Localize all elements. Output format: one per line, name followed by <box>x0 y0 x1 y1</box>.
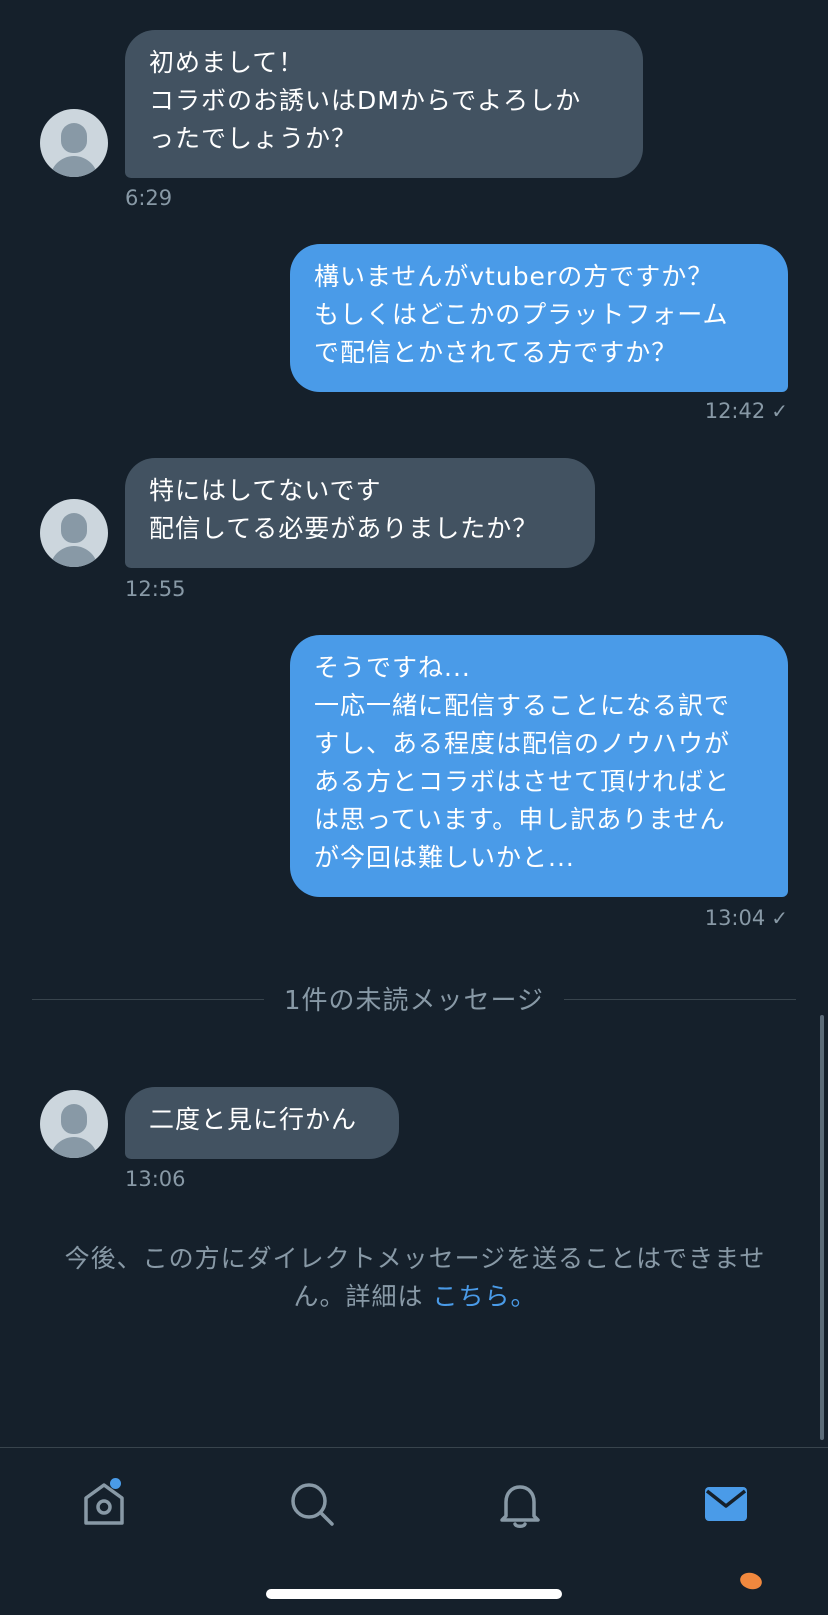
dm-disabled-notice-text: 今後、この方にダイレクトメッセージを送ることはできませ ん。詳細は <box>64 1244 766 1311</box>
avatar-body <box>50 1137 98 1158</box>
message-bubble-outgoing[interactable]: 構いませんがvtuberの方ですか？ もしくはどこかのプラットフォーム で配信と… <box>290 244 788 392</box>
message-time: 12:42 ✓ <box>705 399 788 423</box>
read-check-icon: ✓ <box>771 906 788 930</box>
message-bubble-outgoing[interactable]: そうですね... 一応一緒に配信することになる訳で すし、ある程度は配信のノウハ… <box>290 635 788 897</box>
message-time: 13:04 ✓ <box>705 906 788 930</box>
notification-dot <box>110 1478 121 1489</box>
scrollbar[interactable] <box>820 1015 824 1440</box>
home-indicator[interactable] <box>266 1589 562 1599</box>
avatar-head <box>61 1104 87 1134</box>
message-time-text: 13:04 <box>704 906 766 930</box>
message-time: 13:06 <box>125 1167 186 1191</box>
tab-search[interactable] <box>284 1476 340 1532</box>
tab-home[interactable] <box>76 1476 132 1532</box>
search-icon <box>291 1483 334 1526</box>
message-bubble-incoming[interactable]: 二度と見に行かん <box>125 1087 399 1159</box>
avatar-head <box>61 123 87 153</box>
unread-divider-line-right <box>564 999 796 1000</box>
mail-icon <box>705 1487 747 1521</box>
message-time: 12:55 <box>125 577 186 601</box>
tab-messages[interactable] <box>698 1476 754 1532</box>
message-time-text: 12:42 <box>704 399 766 423</box>
sender-avatar[interactable] <box>40 109 108 177</box>
message-bubble-incoming[interactable]: 初めまして！ コラボのお誘いはDMからでよろしか ったでしょうか？ <box>125 30 643 178</box>
avatar-body <box>50 546 98 567</box>
message-time: 6:29 <box>125 186 173 210</box>
learn-more-link[interactable]: こちら。 <box>432 1282 536 1311</box>
avatar-body <box>50 156 98 177</box>
message-bubble-incoming[interactable]: 特にはしてないです 配信してる必要がありましたか？ <box>125 458 595 568</box>
home-icon <box>84 1483 124 1525</box>
sender-avatar[interactable] <box>40 1090 108 1158</box>
bell-icon <box>500 1485 540 1528</box>
sender-avatar[interactable] <box>40 499 108 567</box>
read-check-icon: ✓ <box>771 399 788 423</box>
tab-notifications[interactable] <box>492 1476 548 1532</box>
avatar-head <box>61 513 87 543</box>
dm-disabled-notice: 今後、この方にダイレクトメッセージを送ることはできませ ん。詳細は こちら。 <box>30 1240 800 1316</box>
